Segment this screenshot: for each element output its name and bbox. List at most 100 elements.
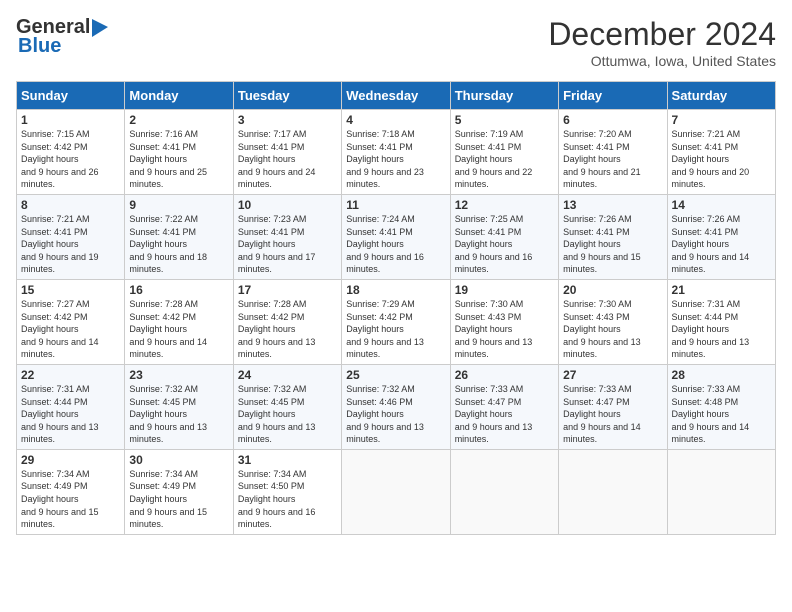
table-row: 16 Sunrise: 7:28 AMSunset: 4:42 PMDaylig… bbox=[125, 279, 233, 364]
calendar-header-row: Sunday Monday Tuesday Wednesday Thursday… bbox=[17, 82, 776, 110]
day-number: 15 bbox=[21, 283, 120, 297]
table-row: 8 Sunrise: 7:21 AMSunset: 4:41 PMDayligh… bbox=[17, 194, 125, 279]
header: General Blue December 2024 Ottumwa, Iowa… bbox=[16, 16, 776, 69]
cell-text: Sunrise: 7:32 AMSunset: 4:46 PMDaylight … bbox=[346, 384, 424, 444]
table-row bbox=[450, 449, 558, 534]
cell-text: Sunrise: 7:16 AMSunset: 4:41 PMDaylight … bbox=[129, 129, 207, 189]
header-wednesday: Wednesday bbox=[342, 82, 450, 110]
table-row: 7 Sunrise: 7:21 AMSunset: 4:41 PMDayligh… bbox=[667, 110, 775, 195]
cell-text: Sunrise: 7:33 AMSunset: 4:47 PMDaylight … bbox=[563, 384, 641, 444]
cell-text: Sunrise: 7:31 AMSunset: 4:44 PMDaylight … bbox=[21, 384, 99, 444]
day-number: 2 bbox=[129, 113, 228, 127]
day-number: 11 bbox=[346, 198, 445, 212]
calendar-body: 1 Sunrise: 7:15 AMSunset: 4:42 PMDayligh… bbox=[17, 110, 776, 535]
table-row: 11 Sunrise: 7:24 AMSunset: 4:41 PMDaylig… bbox=[342, 194, 450, 279]
table-row bbox=[667, 449, 775, 534]
cell-text: Sunrise: 7:34 AMSunset: 4:49 PMDaylight … bbox=[21, 469, 99, 529]
logo: General Blue bbox=[16, 16, 112, 58]
table-row: 3 Sunrise: 7:17 AMSunset: 4:41 PMDayligh… bbox=[233, 110, 341, 195]
day-number: 19 bbox=[455, 283, 554, 297]
cell-text: Sunrise: 7:34 AMSunset: 4:50 PMDaylight … bbox=[238, 469, 316, 529]
day-number: 24 bbox=[238, 368, 337, 382]
cell-text: Sunrise: 7:21 AMSunset: 4:41 PMDaylight … bbox=[21, 214, 99, 274]
table-row: 17 Sunrise: 7:28 AMSunset: 4:42 PMDaylig… bbox=[233, 279, 341, 364]
day-number: 26 bbox=[455, 368, 554, 382]
day-number: 23 bbox=[129, 368, 228, 382]
table-row: 9 Sunrise: 7:22 AMSunset: 4:41 PMDayligh… bbox=[125, 194, 233, 279]
table-row: 10 Sunrise: 7:23 AMSunset: 4:41 PMDaylig… bbox=[233, 194, 341, 279]
header-thursday: Thursday bbox=[450, 82, 558, 110]
table-row: 22 Sunrise: 7:31 AMSunset: 4:44 PMDaylig… bbox=[17, 364, 125, 449]
day-number: 6 bbox=[563, 113, 662, 127]
cell-text: Sunrise: 7:33 AMSunset: 4:48 PMDaylight … bbox=[672, 384, 750, 444]
table-row: 24 Sunrise: 7:32 AMSunset: 4:45 PMDaylig… bbox=[233, 364, 341, 449]
cell-text: Sunrise: 7:24 AMSunset: 4:41 PMDaylight … bbox=[346, 214, 424, 274]
table-row: 21 Sunrise: 7:31 AMSunset: 4:44 PMDaylig… bbox=[667, 279, 775, 364]
logo-blue: Blue bbox=[18, 35, 61, 58]
day-number: 10 bbox=[238, 198, 337, 212]
header-saturday: Saturday bbox=[667, 82, 775, 110]
header-sunday: Sunday bbox=[17, 82, 125, 110]
table-row: 31 Sunrise: 7:34 AMSunset: 4:50 PMDaylig… bbox=[233, 449, 341, 534]
day-number: 8 bbox=[21, 198, 120, 212]
calendar-week-3: 15 Sunrise: 7:27 AMSunset: 4:42 PMDaylig… bbox=[17, 279, 776, 364]
table-row bbox=[342, 449, 450, 534]
day-number: 21 bbox=[672, 283, 771, 297]
cell-text: Sunrise: 7:17 AMSunset: 4:41 PMDaylight … bbox=[238, 129, 316, 189]
day-number: 14 bbox=[672, 198, 771, 212]
day-number: 7 bbox=[672, 113, 771, 127]
table-row: 5 Sunrise: 7:19 AMSunset: 4:41 PMDayligh… bbox=[450, 110, 558, 195]
cell-text: Sunrise: 7:30 AMSunset: 4:43 PMDaylight … bbox=[563, 299, 641, 359]
day-number: 16 bbox=[129, 283, 228, 297]
table-row: 14 Sunrise: 7:26 AMSunset: 4:41 PMDaylig… bbox=[667, 194, 775, 279]
title-block: December 2024 Ottumwa, Iowa, United Stat… bbox=[548, 16, 776, 69]
logo-icon bbox=[92, 17, 112, 39]
day-number: 17 bbox=[238, 283, 337, 297]
cell-text: Sunrise: 7:26 AMSunset: 4:41 PMDaylight … bbox=[563, 214, 641, 274]
cell-text: Sunrise: 7:21 AMSunset: 4:41 PMDaylight … bbox=[672, 129, 750, 189]
table-row: 25 Sunrise: 7:32 AMSunset: 4:46 PMDaylig… bbox=[342, 364, 450, 449]
day-number: 12 bbox=[455, 198, 554, 212]
cell-text: Sunrise: 7:20 AMSunset: 4:41 PMDaylight … bbox=[563, 129, 641, 189]
day-number: 30 bbox=[129, 453, 228, 467]
cell-text: Sunrise: 7:25 AMSunset: 4:41 PMDaylight … bbox=[455, 214, 533, 274]
cell-text: Sunrise: 7:18 AMSunset: 4:41 PMDaylight … bbox=[346, 129, 424, 189]
cell-text: Sunrise: 7:33 AMSunset: 4:47 PMDaylight … bbox=[455, 384, 533, 444]
calendar-table: Sunday Monday Tuesday Wednesday Thursday… bbox=[16, 81, 776, 535]
calendar-week-2: 8 Sunrise: 7:21 AMSunset: 4:41 PMDayligh… bbox=[17, 194, 776, 279]
cell-text: Sunrise: 7:26 AMSunset: 4:41 PMDaylight … bbox=[672, 214, 750, 274]
month-title: December 2024 bbox=[548, 16, 776, 53]
table-row: 6 Sunrise: 7:20 AMSunset: 4:41 PMDayligh… bbox=[559, 110, 667, 195]
table-row: 27 Sunrise: 7:33 AMSunset: 4:47 PMDaylig… bbox=[559, 364, 667, 449]
day-number: 13 bbox=[563, 198, 662, 212]
day-number: 27 bbox=[563, 368, 662, 382]
table-row: 20 Sunrise: 7:30 AMSunset: 4:43 PMDaylig… bbox=[559, 279, 667, 364]
calendar-week-4: 22 Sunrise: 7:31 AMSunset: 4:44 PMDaylig… bbox=[17, 364, 776, 449]
table-row: 13 Sunrise: 7:26 AMSunset: 4:41 PMDaylig… bbox=[559, 194, 667, 279]
table-row: 12 Sunrise: 7:25 AMSunset: 4:41 PMDaylig… bbox=[450, 194, 558, 279]
cell-text: Sunrise: 7:23 AMSunset: 4:41 PMDaylight … bbox=[238, 214, 316, 274]
table-row: 4 Sunrise: 7:18 AMSunset: 4:41 PMDayligh… bbox=[342, 110, 450, 195]
cell-text: Sunrise: 7:32 AMSunset: 4:45 PMDaylight … bbox=[129, 384, 207, 444]
table-row: 23 Sunrise: 7:32 AMSunset: 4:45 PMDaylig… bbox=[125, 364, 233, 449]
cell-text: Sunrise: 7:27 AMSunset: 4:42 PMDaylight … bbox=[21, 299, 99, 359]
cell-text: Sunrise: 7:19 AMSunset: 4:41 PMDaylight … bbox=[455, 129, 533, 189]
table-row: 15 Sunrise: 7:27 AMSunset: 4:42 PMDaylig… bbox=[17, 279, 125, 364]
day-number: 18 bbox=[346, 283, 445, 297]
cell-text: Sunrise: 7:32 AMSunset: 4:45 PMDaylight … bbox=[238, 384, 316, 444]
table-row: 29 Sunrise: 7:34 AMSunset: 4:49 PMDaylig… bbox=[17, 449, 125, 534]
day-number: 25 bbox=[346, 368, 445, 382]
day-number: 20 bbox=[563, 283, 662, 297]
location: Ottumwa, Iowa, United States bbox=[548, 53, 776, 69]
table-row: 18 Sunrise: 7:29 AMSunset: 4:42 PMDaylig… bbox=[342, 279, 450, 364]
table-row: 19 Sunrise: 7:30 AMSunset: 4:43 PMDaylig… bbox=[450, 279, 558, 364]
cell-text: Sunrise: 7:34 AMSunset: 4:49 PMDaylight … bbox=[129, 469, 207, 529]
header-monday: Monday bbox=[125, 82, 233, 110]
table-row: 30 Sunrise: 7:34 AMSunset: 4:49 PMDaylig… bbox=[125, 449, 233, 534]
day-number: 1 bbox=[21, 113, 120, 127]
calendar-week-1: 1 Sunrise: 7:15 AMSunset: 4:42 PMDayligh… bbox=[17, 110, 776, 195]
cell-text: Sunrise: 7:22 AMSunset: 4:41 PMDaylight … bbox=[129, 214, 207, 274]
day-number: 3 bbox=[238, 113, 337, 127]
header-tuesday: Tuesday bbox=[233, 82, 341, 110]
day-number: 4 bbox=[346, 113, 445, 127]
